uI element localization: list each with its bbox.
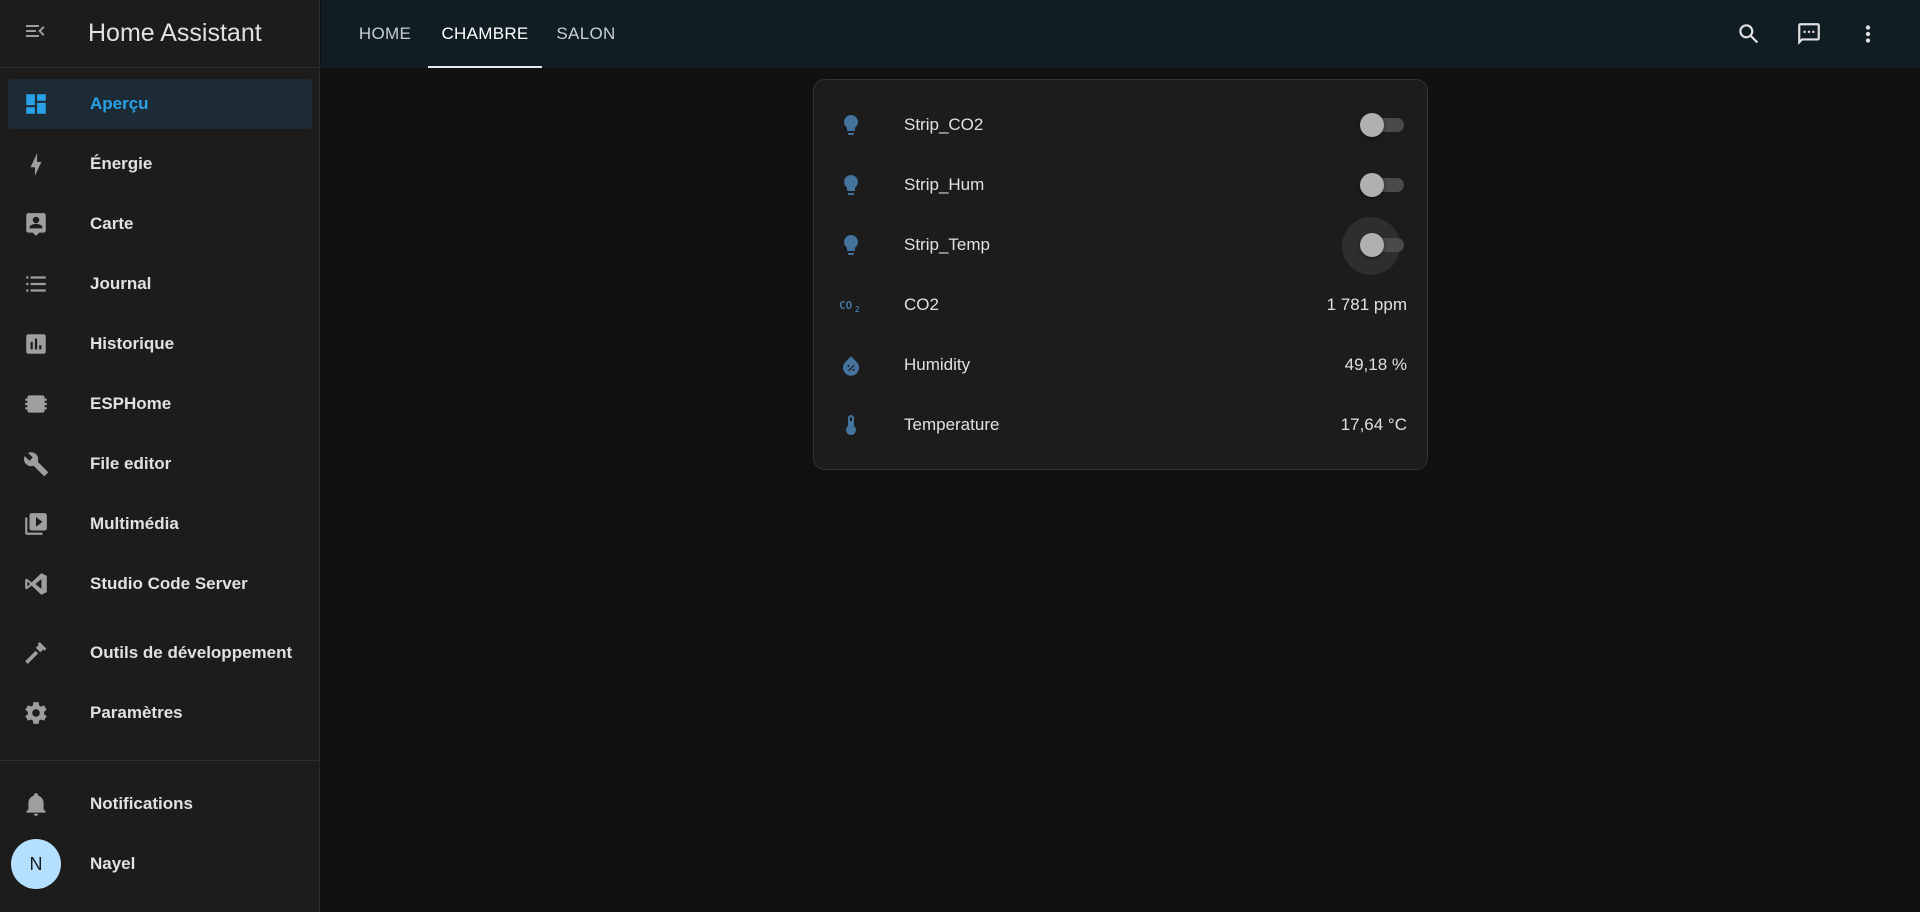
lightbulb-icon bbox=[836, 233, 866, 257]
bell-icon bbox=[8, 791, 64, 817]
sidebar-item-label: Studio Code Server bbox=[90, 574, 248, 593]
tab-home[interactable]: HOME bbox=[340, 0, 430, 68]
entity-name: CO2 bbox=[904, 295, 939, 314]
entity-value: 17,64 °C bbox=[1340, 415, 1407, 434]
entity-name: Strip_Hum bbox=[904, 175, 985, 194]
sidebar-item-file-editor[interactable]: File editor bbox=[8, 439, 312, 489]
sidebar-item-energie[interactable]: Énergie bbox=[8, 139, 312, 189]
sidebar-item-journal[interactable]: Journal bbox=[8, 259, 312, 309]
entity-toggle[interactable] bbox=[1360, 113, 1404, 137]
toggle-knob bbox=[1360, 173, 1384, 197]
water-percent-icon bbox=[836, 353, 866, 377]
map-account-icon bbox=[8, 211, 64, 237]
lightbulb-icon bbox=[836, 173, 866, 197]
sidebar-item-label: Aperçu bbox=[90, 94, 149, 113]
avatar: N bbox=[11, 839, 61, 889]
gear-icon bbox=[8, 700, 64, 726]
avatar-wrapper: N bbox=[8, 839, 64, 889]
sidebar-item-carte[interactable]: Carte bbox=[8, 199, 312, 249]
sidebar: Home Assistant Aperçu Énergie Carte Jour… bbox=[0, 0, 320, 912]
sidebar-item-label: Journal bbox=[90, 274, 152, 293]
sidebar-item-outils-developpement[interactable]: Outils de développement bbox=[8, 628, 312, 678]
sidebar-header: Home Assistant bbox=[0, 0, 319, 68]
thermometer-icon bbox=[836, 413, 866, 437]
sidebar-item-label: Notifications bbox=[90, 794, 193, 813]
sidebar-item-label: Outils de développement bbox=[90, 643, 293, 662]
entity-row-humidity[interactable]: Humidity 49,18 % bbox=[814, 335, 1427, 395]
lightning-bolt-icon bbox=[8, 151, 64, 177]
entity-name: Strip_Temp bbox=[904, 235, 990, 254]
svg-text:CO: CO bbox=[839, 299, 853, 312]
assist-chat-icon[interactable] bbox=[1789, 14, 1829, 54]
entity-toggle[interactable] bbox=[1342, 217, 1404, 275]
entity-value: 49,18 % bbox=[1344, 355, 1407, 374]
sidebar-item-label: File editor bbox=[90, 454, 172, 473]
chip-icon bbox=[8, 391, 64, 417]
sidebar-item-historique[interactable]: Historique bbox=[8, 319, 312, 369]
sidebar-item-label: Carte bbox=[90, 214, 134, 233]
tab-chambre[interactable]: CHAMBRE bbox=[428, 0, 542, 68]
chart-box-icon bbox=[8, 331, 64, 357]
entity-row-strip-temp[interactable]: Strip_Temp bbox=[814, 215, 1427, 275]
entity-row-co2[interactable]: CO 2 CO2 1 781 ppm bbox=[814, 275, 1427, 335]
sidebar-item-parametres[interactable]: Paramètres bbox=[8, 688, 312, 738]
lightbulb-icon bbox=[836, 113, 866, 137]
wrench-icon bbox=[8, 451, 64, 477]
vscode-icon bbox=[8, 571, 64, 597]
dashboard-icon bbox=[8, 91, 64, 117]
search-icon[interactable] bbox=[1729, 14, 1769, 54]
sidebar-item-esphome[interactable]: ESPHome bbox=[8, 379, 312, 429]
svg-text:2: 2 bbox=[855, 305, 860, 314]
play-box-multiple-icon bbox=[8, 511, 64, 537]
entity-toggle[interactable] bbox=[1360, 173, 1404, 197]
molecule-co2-icon: CO 2 bbox=[836, 292, 866, 318]
entity-row-temperature[interactable]: Temperature 17,64 °C bbox=[814, 395, 1427, 455]
sidebar-item-multimedia[interactable]: Multimédia bbox=[8, 499, 312, 549]
hammer-icon bbox=[8, 640, 64, 666]
sidebar-item-studio-code-server[interactable]: Studio Code Server bbox=[8, 559, 312, 609]
menu-toggle-button[interactable] bbox=[0, 0, 70, 68]
list-icon bbox=[8, 271, 64, 297]
sidebar-item-label: ESPHome bbox=[90, 394, 172, 413]
entity-name: Temperature bbox=[904, 415, 1000, 434]
sidebar-item-apercu[interactable]: Aperçu bbox=[8, 79, 312, 129]
user-name: Nayel bbox=[90, 854, 136, 873]
app-title: Home Assistant bbox=[88, 19, 262, 47]
entity-name: Strip_CO2 bbox=[904, 115, 984, 134]
entity-name: Humidity bbox=[904, 355, 971, 374]
sidebar-item-notifications[interactable]: Notifications bbox=[8, 779, 312, 829]
sidebar-item-label: Historique bbox=[90, 334, 175, 353]
sidebar-item-user[interactable]: N Nayel bbox=[8, 839, 312, 889]
entity-row-strip-co2[interactable]: Strip_CO2 bbox=[814, 95, 1427, 155]
more-vertical-icon[interactable] bbox=[1848, 14, 1888, 54]
tab-salon[interactable]: SALON bbox=[544, 0, 628, 68]
entity-row-strip-hum[interactable]: Strip_Hum bbox=[814, 155, 1427, 215]
entities-card: Strip_CO2 Strip_Hum Strip_Temp CO 2 CO2 … bbox=[813, 79, 1428, 470]
sidebar-divider bbox=[0, 760, 320, 761]
menu-collapse-icon bbox=[23, 19, 47, 48]
top-app-bar: HOME CHAMBRE SALON bbox=[321, 0, 1920, 68]
sidebar-item-label: Multimédia bbox=[90, 514, 179, 533]
sidebar-item-label: Énergie bbox=[90, 154, 153, 173]
entity-value: 1 781 ppm bbox=[1326, 295, 1407, 314]
sidebar-item-label: Paramètres bbox=[90, 703, 183, 722]
toggle-knob bbox=[1360, 113, 1384, 137]
toggle-knob bbox=[1360, 233, 1384, 257]
